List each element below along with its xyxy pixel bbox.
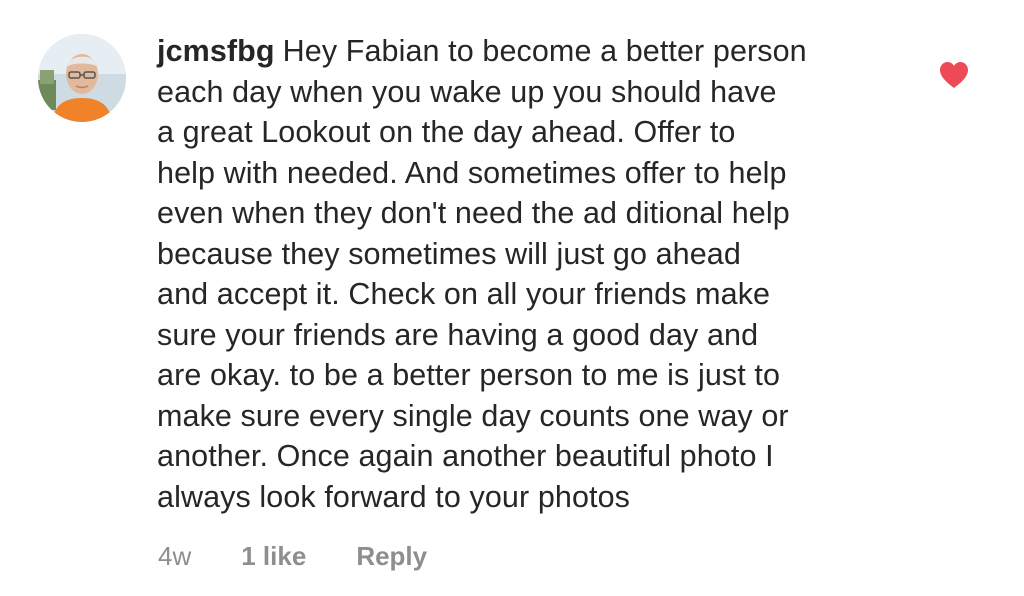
comment-timestamp: 4w	[158, 540, 192, 571]
comment-line: sure your friends are having a good day …	[157, 317, 759, 352]
comment-line-text: Hey Fabian to become a better person	[282, 34, 807, 68]
comment-line: always look forward to your photos	[157, 479, 630, 514]
comment-line: each day when you wake up you should hav…	[157, 74, 777, 109]
avatar-photo	[38, 34, 126, 122]
like-heart-button[interactable]	[938, 60, 970, 90]
comment-line: are okay. to be a better person to me is…	[157, 358, 781, 392]
comment-line: a great Lookout on the day ahead. Offer …	[157, 115, 736, 149]
comment-line: help with needed. And sometimes offer to…	[157, 155, 787, 190]
comment-line: another. Once again another beautiful ph…	[157, 439, 774, 473]
avatar[interactable]	[38, 34, 126, 122]
likes-count-link[interactable]: 1 like	[241, 541, 306, 572]
comment-line: even when they don't need the ad ditiona…	[157, 196, 790, 230]
comment: jcmsfbg Hey Fabian to become a better per…	[0, 0, 1024, 596]
comment-line: make sure every single day counts one wa…	[157, 398, 789, 433]
reply-button[interactable]: Reply	[356, 541, 427, 572]
comment-meta: 4w 1 like Reply	[158, 538, 427, 574]
comment-text: jcmsfbg Hey Fabian to become a better per…	[157, 31, 892, 517]
heart-filled-icon	[940, 62, 968, 88]
comment-line: jcmsfbg Hey Fabian to become a better per…	[157, 31, 892, 72]
comment-line: and accept it. Check on all your friends…	[157, 277, 771, 311]
username-link[interactable]: jcmsfbg	[157, 34, 275, 68]
comment-line: because they sometimes will just go ahea…	[157, 236, 741, 271]
